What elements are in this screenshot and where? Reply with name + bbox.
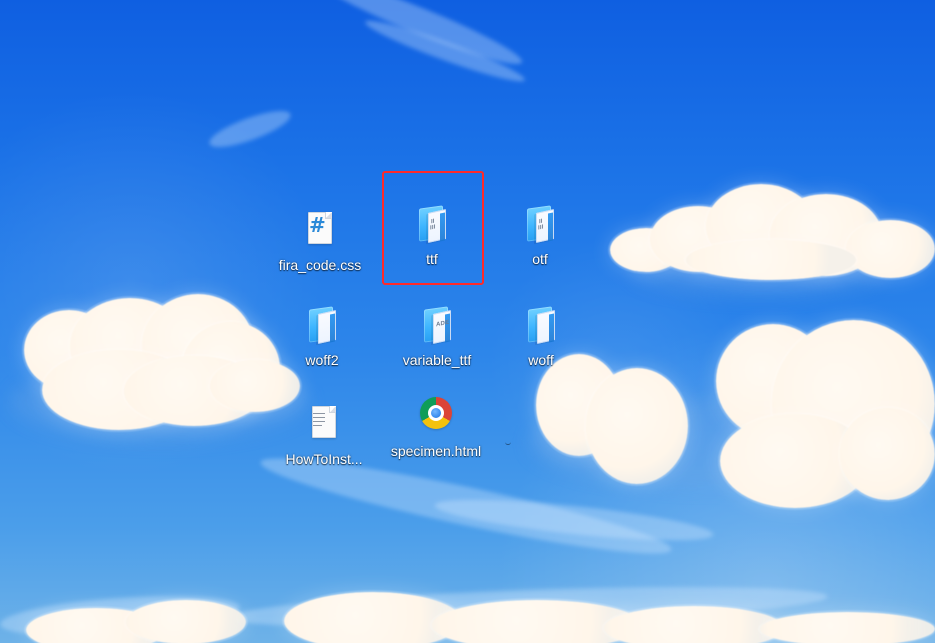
desktop-icon-variable-ttf[interactable]: ADE variable_ttf [382,306,492,369]
desktop-icon-ttf[interactable]: II III ttf [377,205,487,268]
desktop: # fira_code.css II III ttf II III otf woff… [0,0,935,643]
cloud-top-right [600,170,935,320]
chrome-icon [419,397,453,439]
text-file-icon [307,405,341,447]
desktop-icon-label: variable_ttf [402,352,472,368]
folder-icon: II III [415,205,449,247]
sky-streak [227,579,829,635]
folder-icon [305,306,339,348]
desktop-icon-label: woff [528,352,554,368]
sky-streak [362,13,528,89]
desktop-icon-woff[interactable]: woff [486,306,596,369]
desktop-icon-otf[interactable]: II III otf [485,205,595,268]
desktop-icon-fira-code-css[interactable]: # fira_code.css [265,211,375,274]
sky-streak [313,0,527,75]
sky-streak [433,491,715,549]
desktop-icon-howtoinstall[interactable]: HowToInst... [269,405,379,468]
desktop-icon-label: specimen.html [390,443,482,459]
desktop-icon-label: ttf [426,251,438,267]
desktop-icon-specimen-html[interactable]: specimen.html [380,397,492,460]
folder-icon [524,306,558,348]
sky-streak [205,103,295,155]
desktop-icon-label: otf [532,251,548,267]
cloud-bottom [0,582,935,643]
folder-icon: ADE [420,306,454,348]
desktop-icon-woff2[interactable]: woff2 [267,306,377,369]
desktop-icon-label: fira_code.css [278,257,362,273]
desktop-icon-label: HowToInst... [285,451,363,467]
folder-icon: II III [523,205,557,247]
small-cursor-mark [505,441,511,445]
css-file-icon: # [303,211,337,253]
desktop-icon-label: woff2 [305,352,339,368]
sky-streak [0,589,241,643]
